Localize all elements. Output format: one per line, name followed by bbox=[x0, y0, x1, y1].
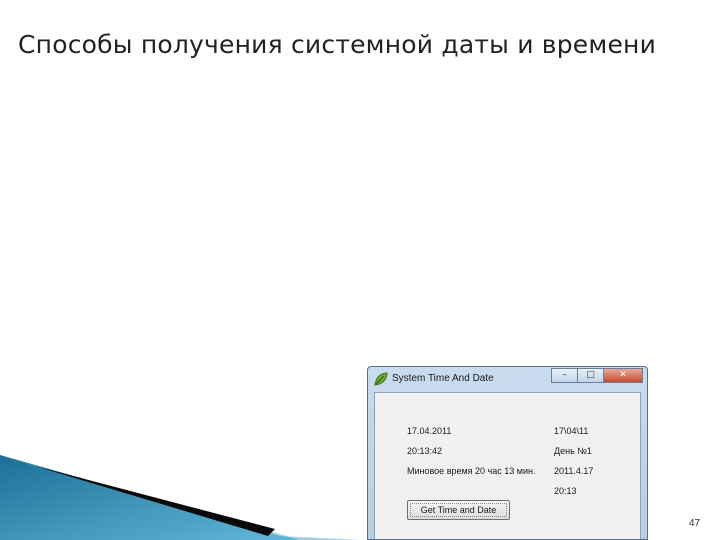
close-button[interactable]: ✕ bbox=[603, 368, 643, 383]
minimize-icon: – bbox=[562, 370, 567, 380]
close-icon: ✕ bbox=[619, 370, 627, 380]
local-time-label: Миновое время 20 час 13 мин. bbox=[407, 466, 536, 476]
get-time-and-date-label: Get Time and Date bbox=[410, 503, 507, 517]
maximize-button[interactable]: □ bbox=[577, 368, 603, 383]
hour-minute-label: 20:13 bbox=[554, 486, 577, 496]
app-leaf-icon bbox=[374, 372, 388, 386]
window-title: System Time And Date bbox=[392, 373, 494, 384]
window-controls: – □ ✕ bbox=[551, 368, 643, 384]
time-label: 20:13:42 bbox=[407, 446, 443, 456]
date-label: 17.04.2011 bbox=[407, 426, 452, 436]
window-titlebar[interactable]: System Time And Date – □ ✕ bbox=[368, 367, 647, 391]
minimize-button[interactable]: – bbox=[551, 368, 577, 383]
app-window: System Time And Date – □ ✕ 17.04.2011 20… bbox=[367, 366, 648, 540]
iso-date-label: 2011.4.17 bbox=[554, 466, 594, 476]
get-time-and-date-button[interactable]: Get Time and Date bbox=[407, 500, 510, 520]
maximize-icon: □ bbox=[586, 370, 595, 380]
short-date-label: 17\04\11 bbox=[554, 426, 589, 436]
page-number: 47 bbox=[689, 518, 701, 529]
window-client-area: 17.04.2011 20:13:42 Миновое время 20 час… bbox=[374, 392, 641, 539]
day-number-label: День №1 bbox=[554, 446, 592, 456]
slide-title: Способы получения системной даты и време… bbox=[18, 30, 657, 59]
